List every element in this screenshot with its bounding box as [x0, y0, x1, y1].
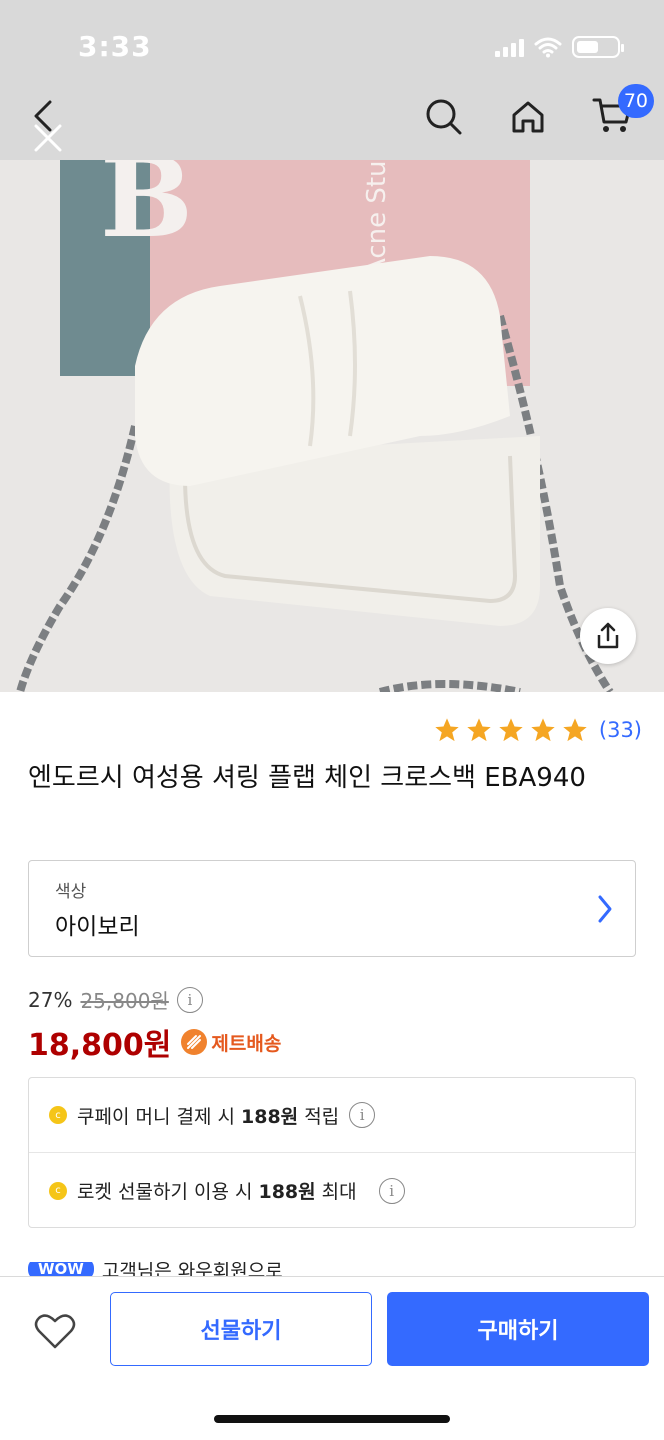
rating[interactable]: (33)	[433, 716, 642, 744]
battery-icon	[572, 36, 624, 58]
discount-rate: 27%	[28, 987, 73, 1012]
review-count[interactable]: (33)	[599, 718, 642, 742]
close-icon	[34, 124, 62, 152]
search-icon[interactable]	[424, 97, 464, 137]
back-button[interactable]	[22, 98, 72, 158]
benefits-box: c 쿠페이 머니 결제 시 188원 적립 i c 로켓 선물하기 이용 시 1…	[28, 1077, 636, 1228]
option-value: 아이보리	[55, 914, 140, 940]
chevron-right-icon	[598, 895, 612, 923]
buy-button[interactable]: 구매하기	[387, 1292, 649, 1366]
star-icon	[563, 718, 587, 742]
original-price: 25,800원	[80, 989, 169, 1013]
cart-button[interactable]: 70	[592, 84, 654, 140]
star-icon	[499, 718, 523, 742]
benefit-row: c 쿠페이 머니 결제 시 188원 적립 i	[29, 1078, 635, 1153]
coin-icon: c	[49, 1181, 67, 1200]
option-label: 색상	[55, 882, 87, 902]
coin-icon: c	[49, 1106, 67, 1124]
wow-member-peek: WOW 고객님은 와우회원으로	[28, 1262, 283, 1276]
product-image[interactable]: B Acne Stud	[0, 156, 664, 692]
jet-delivery-badge: 제트배송	[181, 1029, 281, 1056]
wow-badge: WOW	[28, 1262, 94, 1276]
info-icon[interactable]: i	[349, 1102, 376, 1128]
top-bar: 3:33 70	[0, 0, 664, 160]
bottom-action-bar: 선물하기 구매하기	[0, 1276, 664, 1440]
share-icon	[597, 622, 619, 649]
star-icon	[531, 718, 555, 742]
info-icon[interactable]: i	[176, 986, 203, 1013]
cart-count-badge: 70	[617, 84, 654, 118]
signal-icon	[495, 37, 524, 57]
wow-peek-text: 고객님은 와우회원으로	[101, 1262, 283, 1276]
benefit-text: 로켓 선물하기 이용 시 188원 최대	[77, 1181, 357, 1203]
benefit-text: 쿠페이 머니 결제 시 188원 적립	[77, 1105, 340, 1128]
heart-icon[interactable]	[34, 1312, 76, 1350]
product-photo: B Acne Stud	[0, 156, 664, 692]
home-indicator	[214, 1415, 450, 1423]
nav-actions: 70	[424, 84, 654, 140]
product-title: 엔도르시 여성용 셔링 플랩 체인 크로스백 EBA940	[28, 763, 586, 793]
sale-price: 18,800원	[28, 1028, 172, 1063]
benefit-row: c 로켓 선물하기 이용 시 188원 최대 i	[29, 1153, 635, 1228]
price-row: 18,800원 제트배송	[28, 1020, 281, 1064]
info-icon[interactable]: i	[378, 1177, 405, 1204]
book-letter: B	[100, 156, 193, 262]
wifi-icon	[534, 37, 562, 58]
star-icon	[467, 718, 491, 742]
discount-row: 27% 25,800원 i	[28, 985, 203, 1014]
star-icon	[435, 718, 459, 742]
jet-delivery-icon	[181, 1029, 208, 1055]
gift-button[interactable]: 선물하기	[110, 1292, 372, 1366]
color-option-selector[interactable]: 색상 아이보리	[28, 860, 636, 957]
jet-delivery-label: 제트배송	[211, 1032, 282, 1055]
share-button[interactable]	[580, 608, 636, 664]
book-brand: Acne Stud	[362, 156, 392, 276]
status-time: 3:33	[78, 30, 152, 63]
status-icons	[495, 36, 624, 58]
home-icon[interactable]	[508, 97, 548, 137]
